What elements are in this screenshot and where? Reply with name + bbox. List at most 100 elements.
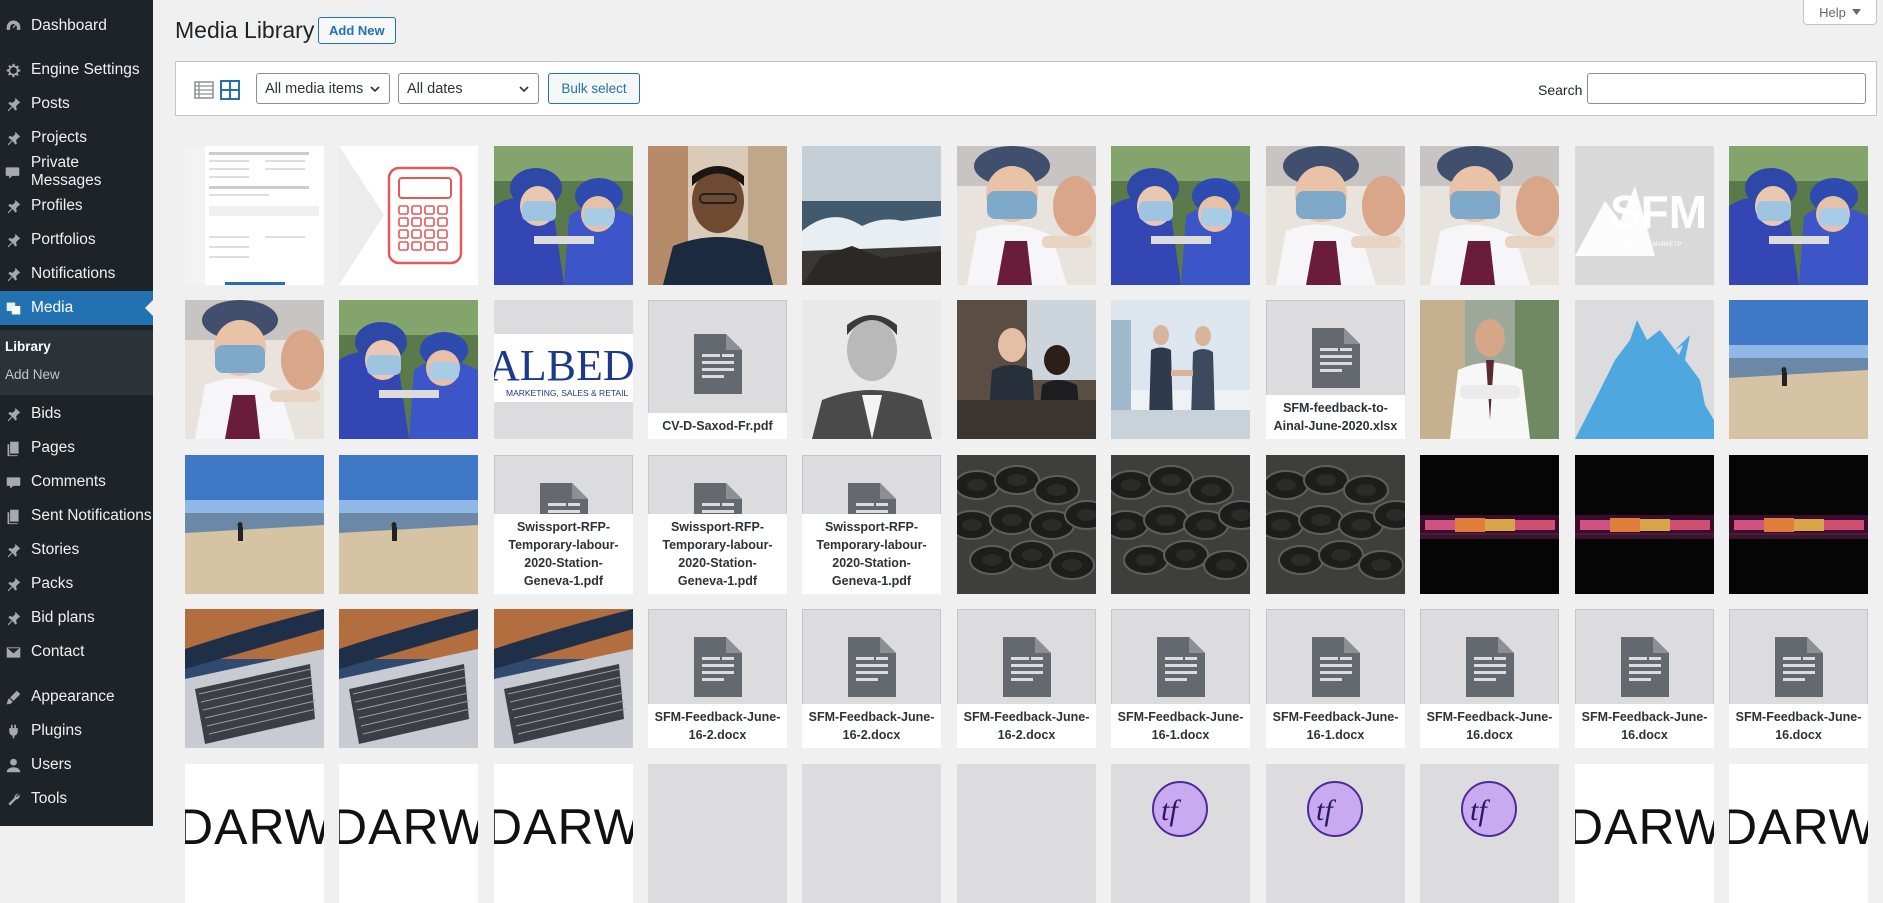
media-item-man-portrait[interactable]	[648, 146, 787, 285]
media-item-document[interactable]: SFM-Feedback-June-16.docx	[1575, 609, 1714, 748]
search-label: Search	[1538, 82, 1583, 98]
sidebar-item-comments[interactable]: Comments	[0, 465, 153, 499]
sidebar-item-bids[interactable]: Bids	[0, 397, 153, 431]
media-item-dentist[interactable]	[957, 146, 1096, 285]
search-input[interactable]	[1587, 73, 1866, 104]
media-item-tires[interactable]	[957, 455, 1096, 594]
sidebar-item-bid-plans[interactable]: Bid plans	[0, 601, 153, 635]
media-thumbnail	[1729, 146, 1868, 285]
help-button[interactable]: Help	[1803, 0, 1877, 25]
sidebar-item-portfolios[interactable]: Portfolios	[0, 223, 153, 257]
media-thumbnail: DARWIN	[1575, 764, 1714, 903]
media-item-dentist-two[interactable]	[1729, 146, 1868, 285]
media-item-dentist-two[interactable]	[339, 300, 478, 439]
media-item-calculator[interactable]	[339, 146, 478, 285]
media-item-laptop[interactable]	[339, 609, 478, 748]
media-item-tires[interactable]	[1266, 455, 1405, 594]
media-item-blank[interactable]	[802, 764, 941, 903]
media-item-document[interactable]: Swissport-RFP-Temporary-labour-2020-Stat…	[802, 455, 941, 594]
media-item-blank[interactable]	[648, 764, 787, 903]
sidebar-item-label: Profiles	[31, 197, 83, 214]
media-item-neon-light[interactable]	[1575, 455, 1714, 594]
date-select[interactable]: All dates	[398, 73, 539, 104]
sidebar-item-notifications[interactable]: Notifications	[0, 257, 153, 291]
media-type-select[interactable]: All media items	[256, 73, 390, 104]
media-thumbnail	[339, 609, 478, 748]
media-item-document[interactable]: SFM-Feedback-June-16-2.docx	[648, 609, 787, 748]
media-item-neon-light[interactable]	[1420, 455, 1559, 594]
media-item-laptop[interactable]	[494, 609, 633, 748]
sidebar-item-label: Projects	[31, 129, 87, 146]
media-item-dentist[interactable]	[1266, 146, 1405, 285]
media-thumbnail	[802, 764, 941, 903]
sidebar-item-sent-notifications[interactable]: Sent Notifications	[0, 499, 153, 533]
sidebar-item-label: Packs	[31, 575, 74, 592]
sidebar-item-stories[interactable]: Stories	[0, 533, 153, 567]
list-view-icon[interactable]	[194, 80, 214, 100]
grid-view-icon[interactable]	[220, 80, 240, 100]
media-item-document[interactable]: CV-D-Saxod-Fr.pdf	[648, 300, 787, 439]
submenu-library[interactable]: Library	[5, 339, 51, 354]
media-item-office-meeting[interactable]	[957, 300, 1096, 439]
media-item-document[interactable]: SFM-Feedback-June-16-2.docx	[957, 609, 1096, 748]
sidebar-item-engine-settings[interactable]: Engine Settings	[0, 53, 153, 87]
sidebar-item-posts[interactable]: Posts	[0, 87, 153, 121]
media-item-darwin-logo[interactable]: DARWIN	[339, 764, 478, 903]
sidebar-item-contact[interactable]: Contact	[0, 635, 153, 669]
media-item-ocean-waves[interactable]	[802, 146, 941, 285]
sidebar-item-users[interactable]: Users	[0, 748, 153, 782]
media-item-tires[interactable]	[1111, 455, 1250, 594]
media-item-dentist[interactable]	[1420, 146, 1559, 285]
media-item-beach[interactable]	[339, 455, 478, 594]
sidebar-item-tools[interactable]: Tools	[0, 782, 153, 816]
media-item-tf-logo[interactable]: tf	[1420, 764, 1559, 903]
media-item-document[interactable]: SFM-Feedback-June-16.docx	[1729, 609, 1868, 748]
sidebar-item-label: Bid plans	[31, 609, 95, 626]
media-item-darwin-logo[interactable]: DARWIN	[1729, 764, 1868, 903]
media-item-document[interactable]: SFM-feedback-to-Ainal-June-2020.xlsx	[1266, 300, 1405, 439]
media-item-dentist-two[interactable]	[494, 146, 633, 285]
sidebar-item-appearance[interactable]: Appearance	[0, 680, 153, 714]
sidebar-item-plugins[interactable]: Plugins	[0, 714, 153, 748]
media-item-blank[interactable]	[957, 764, 1096, 903]
media-item-document[interactable]: Swissport-RFP-Temporary-labour-2020-Stat…	[648, 455, 787, 594]
media-item-screenshot[interactable]	[185, 146, 324, 285]
media-item-bw-portrait[interactable]	[802, 300, 941, 439]
media-item-darwin-logo[interactable]: DARWIN	[185, 764, 324, 903]
sidebar-item-projects[interactable]: Projects	[0, 121, 153, 155]
bulk-select-button[interactable]: Bulk select	[548, 73, 640, 104]
media-item-beach[interactable]	[1729, 300, 1868, 439]
sidebar-item-pages[interactable]: Pages	[0, 431, 153, 465]
media-item-albed-logo[interactable]: ALBED MARKETING, SALES & RETAIL	[494, 300, 633, 439]
media-item-handshake[interactable]	[1111, 300, 1250, 439]
add-new-button[interactable]: Add New	[318, 17, 396, 44]
media-item-dentist[interactable]	[185, 300, 324, 439]
media-item-business-man[interactable]	[1420, 300, 1559, 439]
media-item-laptop[interactable]	[185, 609, 324, 748]
media-item-sfm-logo[interactable]: SFM ZERLAND FREELANCE MARKETP	[1575, 146, 1714, 285]
sidebar-item-profiles[interactable]: Profiles	[0, 189, 153, 223]
media-item-mountain-logo[interactable]	[1575, 300, 1714, 439]
media-item-tf-logo[interactable]: tf	[1266, 764, 1405, 903]
submenu-add-new[interactable]: Add New	[5, 367, 60, 382]
media-thumbnail	[494, 146, 633, 285]
media-thumbnail	[648, 764, 787, 903]
media-item-dentist-two[interactable]	[1111, 146, 1250, 285]
media-item-darwin-logo[interactable]: DARWIN	[494, 764, 633, 903]
sidebar-item-media[interactable]: Media	[0, 291, 153, 325]
sidebar-item-dashboard[interactable]: Dashboard	[0, 9, 153, 43]
media-item-document[interactable]: Swissport-RFP-Temporary-labour-2020-Stat…	[494, 455, 633, 594]
media-item-beach[interactable]	[185, 455, 324, 594]
media-item-tf-logo[interactable]: tf	[1111, 764, 1250, 903]
pin-icon	[2, 575, 24, 593]
sidebar-item-packs[interactable]: Packs	[0, 567, 153, 601]
media-item-neon-light[interactable]	[1729, 455, 1868, 594]
media-item-document[interactable]: SFM-Feedback-June-16-1.docx	[1266, 609, 1405, 748]
media-filename: SFM-feedback-to-Ainal-June-2020.xlsx	[1266, 395, 1405, 439]
sidebar-item-private-messages[interactable]: Private Messages	[0, 154, 153, 189]
media-item-document[interactable]: SFM-Feedback-June-16-1.docx	[1111, 609, 1250, 748]
media-item-document[interactable]: SFM-Feedback-June-16.docx	[1420, 609, 1559, 748]
media-item-document[interactable]: SFM-Feedback-June-16-2.docx	[802, 609, 941, 748]
media-item-darwin-logo[interactable]: DARWIN	[1575, 764, 1714, 903]
caret-down-icon	[1851, 9, 1861, 15]
